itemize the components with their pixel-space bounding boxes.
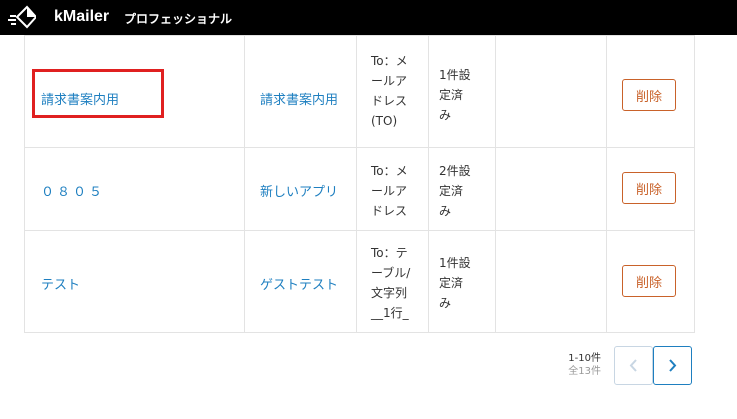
pagination-count: 1-10件 全13件 [555,352,601,378]
delete-button[interactable]: 削除 [622,79,676,111]
app-cell: ゲストテスト [245,231,357,332]
to-text: To：メ ールア ドレス [371,164,408,218]
status-text: 1件設 定済み [439,68,471,122]
action-cell: 削除 [607,231,694,332]
app-cell: 新しいアプリ [245,148,357,230]
to-text: To：メ ールア ドレス (TO) [371,54,408,128]
empty-cell [496,148,607,230]
empty-cell [496,36,607,147]
delete-button[interactable]: 削除 [622,265,676,297]
previous-page-button[interactable] [614,346,653,385]
delete-button[interactable]: 削除 [622,172,676,204]
name-cell: テスト [25,231,245,332]
table-row: テスト ゲストテスト To：テ ーブル/文字列 __1行_ 1件設 定済み 削除 [25,230,694,332]
status-cell: 1件設 定済み [429,231,496,332]
next-page-button[interactable] [653,346,692,385]
empty-cell [496,231,607,332]
status-text: 1件設 定済み [439,256,471,310]
to-cell: To：テ ーブル/文字列 __1行_ [357,231,429,332]
app-cell: 請求書案内用 [245,36,357,147]
plan-label: プロフェッショナル [124,12,233,26]
app-name-link[interactable]: 請求書案内用 [260,89,338,108]
setting-name-link[interactable]: ０８０５ [41,181,105,200]
app-name-link[interactable]: 新しいアプリ [260,181,338,200]
top-bar: kMailer プロフェッショナル [0,0,737,35]
status-text: 2件設 定済み [439,164,471,218]
to-text: To：テ ーブル/文字列 __1行_ [371,246,411,320]
pagination-range: 1-10件 [568,353,601,364]
action-cell: 削除 [607,36,694,147]
pagination-total: 全13件 [568,366,601,377]
table-row: ０８０５ 新しいアプリ To：メ ールア ドレス 2件設 定済み 削除 [25,147,694,230]
setting-name-link[interactable]: テスト [41,274,80,293]
app-name-link[interactable]: ゲストテスト [260,274,338,293]
name-cell: ０８０５ [25,148,245,230]
to-cell: To：メ ールア ドレス (TO) [357,36,429,147]
to-cell: To：メ ールア ドレス [357,148,429,230]
kmailer-logo-icon [8,5,36,29]
app-name: kMailer [54,8,110,25]
status-cell: 2件設 定済み [429,148,496,230]
action-cell: 削除 [607,148,694,230]
highlight-box [32,69,164,118]
chevron-right-icon [669,359,677,372]
chevron-left-icon [629,359,637,372]
status-cell: 1件設 定済み [429,36,496,147]
